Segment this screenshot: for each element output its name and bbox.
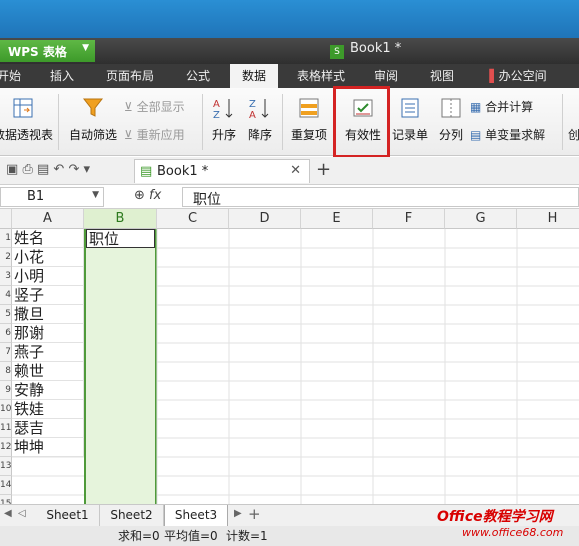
autofilter-button[interactable]: 自动筛选 (66, 88, 120, 154)
svg-text:Z: Z (249, 99, 256, 110)
menu-tabs: 开始 插入 页面布局 公式 数据 表格样式 审阅 视图 ▌办公空间 (0, 64, 579, 88)
tab-formula[interactable]: 公式 (176, 64, 220, 88)
tab-review[interactable]: 审阅 (364, 64, 408, 88)
formula-fx[interactable]: ⊕ fx (134, 188, 161, 203)
pivot-table-label: 数据透视表 (0, 128, 53, 142)
prev-sheet-icon[interactable]: ◁ (18, 508, 26, 519)
chevron-down-icon: ▼ (82, 43, 89, 53)
split-column-button[interactable]: 分列 (434, 88, 468, 154)
reapply-button[interactable]: ⊻ 重新应用 (124, 126, 185, 143)
show-all-icon: ⊻ (124, 100, 133, 114)
sheet-tab-1[interactable]: Sheet1 (36, 505, 100, 527)
split-column-icon (441, 98, 461, 118)
undo-icon[interactable]: ↶ (53, 162, 64, 177)
reapply-label: 重新应用 (136, 128, 185, 142)
duplicates-button[interactable]: 重复项 (288, 88, 330, 154)
new-tab-button[interactable]: + (316, 159, 331, 180)
watermark-url: www.office68.com (462, 526, 564, 539)
formula-input[interactable]: 职位 (182, 187, 579, 208)
save-icon[interactable]: ▣ (6, 162, 18, 177)
sheet-tab-2[interactable]: Sheet2 (100, 505, 164, 527)
document-tab-label: Book1 * (157, 164, 209, 179)
name-box[interactable]: B1 ▼ (0, 187, 104, 207)
svg-text:A: A (249, 110, 256, 120)
redo-icon[interactable]: ↷ (68, 162, 79, 177)
reapply-icon: ⊻ (124, 128, 133, 142)
sort-descending-label: 降序 (247, 128, 272, 142)
goal-seek-button[interactable]: ▤ 单变量求解 (470, 126, 545, 143)
spreadsheet-doc-icon: ▤ (140, 164, 153, 179)
tab-home[interactable]: 开始 (0, 64, 26, 88)
filter-funnel-icon (82, 98, 104, 117)
print-icon[interactable]: ⎙ (22, 162, 32, 177)
sort-descending-icon: ZA (249, 99, 269, 120)
wps-menu-button[interactable]: WPS 表格 ▼ (0, 40, 95, 62)
tab-office-space[interactable]: ▌办公空间 (478, 64, 558, 88)
document-tab[interactable]: ▤ Book1 * ✕ (134, 159, 310, 183)
print-preview-icon[interactable]: ▤ (37, 162, 49, 177)
ribbon-separator (58, 94, 59, 150)
record-form-label: 记录单 (391, 128, 428, 142)
watermark-text: Office教程学习网 (437, 509, 553, 525)
goal-seek-label: 单变量求解 (485, 128, 546, 142)
tab-table-style[interactable]: 表格样式 (288, 64, 354, 88)
ribbon-separator (282, 94, 283, 150)
wps-menu-label: WPS 表格 (8, 45, 67, 59)
quick-access-toolbar: ▣ ⎙ ▤ ↶ ↷ ▾ ▤ Book1 * ✕ + (0, 157, 579, 185)
sort-descending-button[interactable]: ZA 降序 (242, 88, 278, 154)
tab-insert[interactable]: 插入 (40, 64, 84, 88)
duplicates-icon (299, 98, 319, 118)
sort-ascending-button[interactable]: AZ 升序 (206, 88, 242, 154)
autofilter-label: 自动筛选 (68, 128, 117, 142)
duplicates-label: 重复项 (290, 128, 327, 142)
first-sheet-icon[interactable]: ◀ (4, 508, 12, 519)
svg-text:A: A (213, 99, 220, 110)
chevron-down-icon[interactable]: ▼ (92, 190, 99, 200)
status-count: 计数=1 (226, 529, 268, 543)
gridlines (12, 229, 579, 504)
window-title-text: Book1 * (350, 41, 402, 56)
ribbon: 数据透视表 自动筛选 ⊻ 全部显示 ⊻ 重新应用 AZ 升序 ZA 降序 重复项… (0, 88, 579, 156)
window-title: S Book1 * (330, 41, 401, 59)
close-icon[interactable]: ✕ (290, 163, 301, 178)
create-button[interactable]: 创 (568, 126, 579, 143)
add-sheet-icon[interactable]: + (248, 505, 261, 523)
quick-access-icons[interactable]: ▣ ⎙ ▤ ↶ ↷ ▾ (6, 162, 90, 177)
sort-ascending-label: 升序 (211, 128, 236, 142)
spreadsheet-grid[interactable]: A B C D E F G H 1 2 3 4 5 6 7 8 9 10 11 … (0, 209, 579, 504)
desktop-background (0, 0, 579, 38)
fx-icon: fx (149, 188, 162, 203)
status-average: 平均值=0 (164, 529, 218, 543)
status-sum: 求和=0 (118, 529, 160, 543)
consolidate-button[interactable]: ▦ 合并计算 (470, 98, 533, 115)
spreadsheet-icon: S (330, 45, 344, 59)
office-space-icon: ▌ (489, 69, 499, 83)
customize-icon[interactable]: ▾ (84, 162, 91, 177)
pivot-table-icon (13, 98, 33, 118)
zoom-icon: ⊕ (134, 188, 145, 203)
show-all-label: 全部显示 (136, 100, 185, 114)
consolidate-label: 合并计算 (485, 100, 534, 114)
ribbon-separator (562, 94, 563, 150)
name-box-value: B1 (27, 189, 45, 204)
title-bar: WPS 表格 ▼ S Book1 * (0, 38, 579, 64)
ribbon-separator (202, 94, 203, 150)
sheet-tab-3[interactable]: Sheet3 (164, 505, 228, 527)
show-all-button[interactable]: ⊻ 全部显示 (124, 98, 185, 115)
goal-seek-icon: ▤ (470, 128, 482, 142)
next-sheet-icon[interactable]: ▶ (234, 508, 242, 519)
sort-ascending-icon: AZ (213, 99, 233, 120)
tab-data[interactable]: 数据 (230, 64, 278, 88)
split-column-label: 分列 (438, 128, 463, 142)
tab-page-layout[interactable]: 页面布局 (98, 64, 162, 88)
record-form-button[interactable]: 记录单 (388, 88, 432, 154)
record-form-icon (401, 98, 419, 118)
tab-office-space-label: 办公空间 (498, 69, 547, 83)
consolidate-icon: ▦ (470, 100, 482, 114)
formula-bar: B1 ▼ ⊕ fx 职位 (0, 185, 579, 209)
validation-highlight-box (333, 86, 390, 158)
svg-text:Z: Z (213, 110, 220, 120)
pivot-table-button[interactable]: 数据透视表 (0, 88, 54, 154)
tab-view[interactable]: 视图 (420, 64, 464, 88)
